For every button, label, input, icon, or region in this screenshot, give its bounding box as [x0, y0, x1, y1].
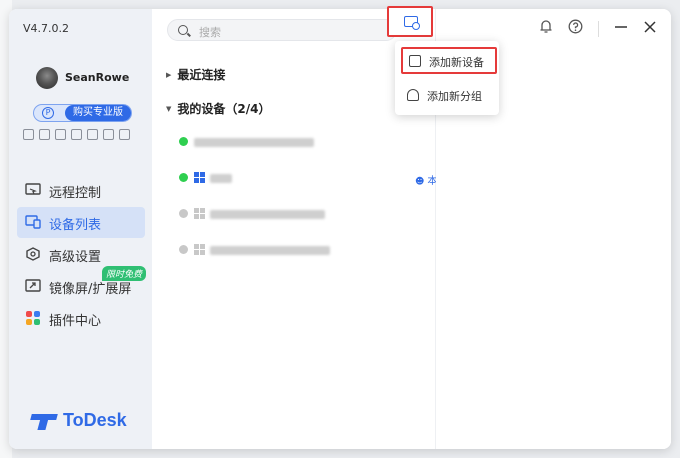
chevron-right-icon: ▶ [166, 71, 172, 79]
feature-icons-row [23, 129, 130, 140]
device-row[interactable] [179, 240, 434, 260]
windows-icon [194, 172, 205, 183]
recent-connections-header[interactable]: ▶ 最近连接 [166, 66, 225, 83]
todesk-logo: ToDesk [31, 410, 127, 431]
device-row[interactable]: 本设备 [179, 168, 457, 188]
search-input[interactable]: 搜索 [167, 19, 397, 41]
plugin-center-icon [26, 311, 40, 325]
add-new-group-label: 添加新分组 [427, 90, 482, 103]
nav-device-list[interactable]: 设备列表 [17, 207, 145, 238]
nav-label: 设备列表 [49, 218, 102, 233]
more-icon[interactable] [119, 129, 130, 140]
divider [598, 20, 599, 37]
todesk-window: V4.7.0.2 SeanRowe P 购买专业版 远程控制 设备列表 高级设置… [9, 9, 671, 449]
screen-icon[interactable] [55, 129, 66, 140]
sidebar: V4.7.0.2 SeanRowe P 购买专业版 远程控制 设备列表 高级设置… [9, 9, 152, 449]
buy-pro-label: 购买专业版 [65, 105, 131, 121]
device-row[interactable] [179, 132, 434, 152]
offline-status-dot [179, 209, 188, 218]
online-status-dot [179, 137, 188, 146]
window-controls [539, 19, 657, 38]
add-new-device-item[interactable]: 添加新设备 [401, 47, 497, 74]
mic-icon[interactable] [87, 129, 98, 140]
buy-pro-button[interactable]: P 购买专业版 [33, 104, 132, 122]
nav-plugin-center[interactable]: 插件中心 [17, 303, 145, 334]
device-row[interactable] [179, 204, 434, 224]
file-transfer-icon[interactable] [39, 129, 50, 140]
gamepad-icon[interactable] [23, 129, 34, 140]
username[interactable]: SeanRowe [65, 71, 129, 84]
chevron-down-icon: ▼ [166, 105, 172, 113]
mirror-screen-icon [25, 279, 41, 292]
device-name-redacted [210, 207, 325, 220]
version-label: V4.7.0.2 [23, 22, 70, 35]
minimize-icon[interactable] [614, 20, 628, 38]
device-name-redacted [210, 243, 330, 256]
pro-p-icon: P [42, 107, 54, 119]
nav-label: 插件中心 [49, 314, 102, 329]
remote-control-icon [25, 183, 41, 195]
add-new-device-label: 添加新设备 [429, 56, 484, 69]
bell-icon[interactable] [539, 19, 553, 38]
nav-label: 高级设置 [49, 250, 102, 265]
online-status-dot [179, 173, 188, 182]
close-icon[interactable] [643, 20, 657, 38]
device-list-icon [25, 215, 41, 229]
free-limited-badge: 限时免费 [102, 266, 147, 281]
device-name-redacted [194, 135, 314, 148]
my-devices-label: 我的设备（2/4） [177, 102, 271, 116]
device-name-redacted [210, 171, 232, 184]
recent-label: 最近连接 [177, 68, 226, 82]
help-icon[interactable] [568, 19, 583, 38]
add-user-icon [407, 89, 419, 101]
add-menu-dropdown: 添加新设备 添加新分组 [395, 41, 499, 115]
device-panel: 搜索 ▶ 最近连接 ▼ 我的设备（2/4） 本设备 [152, 9, 457, 449]
search-icon [178, 25, 188, 35]
plus-circle-icon [412, 22, 420, 30]
todesk-logo-icon [31, 412, 57, 430]
add-device-icon [409, 55, 421, 67]
logo-text: ToDesk [63, 410, 127, 430]
settings-icon [26, 247, 40, 261]
windows-icon [194, 208, 205, 219]
windows-icon [194, 244, 205, 255]
add-device-menu-button[interactable] [387, 6, 433, 37]
refresh-icon[interactable] [103, 129, 114, 140]
avatar[interactable] [36, 67, 58, 89]
add-new-group-item[interactable]: 添加新分组 [401, 83, 497, 110]
nav-remote-control[interactable]: 远程控制 [17, 175, 145, 206]
search-placeholder: 搜索 [199, 26, 221, 39]
nav-label: 远程控制 [49, 186, 102, 201]
offline-status-dot [179, 245, 188, 254]
main-nav: 远程控制 设备列表 高级设置 镜像屏/扩展屏 插件中心 [17, 175, 145, 335]
my-devices-header[interactable]: ▼ 我的设备（2/4） [166, 100, 270, 117]
chat-icon[interactable] [71, 129, 82, 140]
